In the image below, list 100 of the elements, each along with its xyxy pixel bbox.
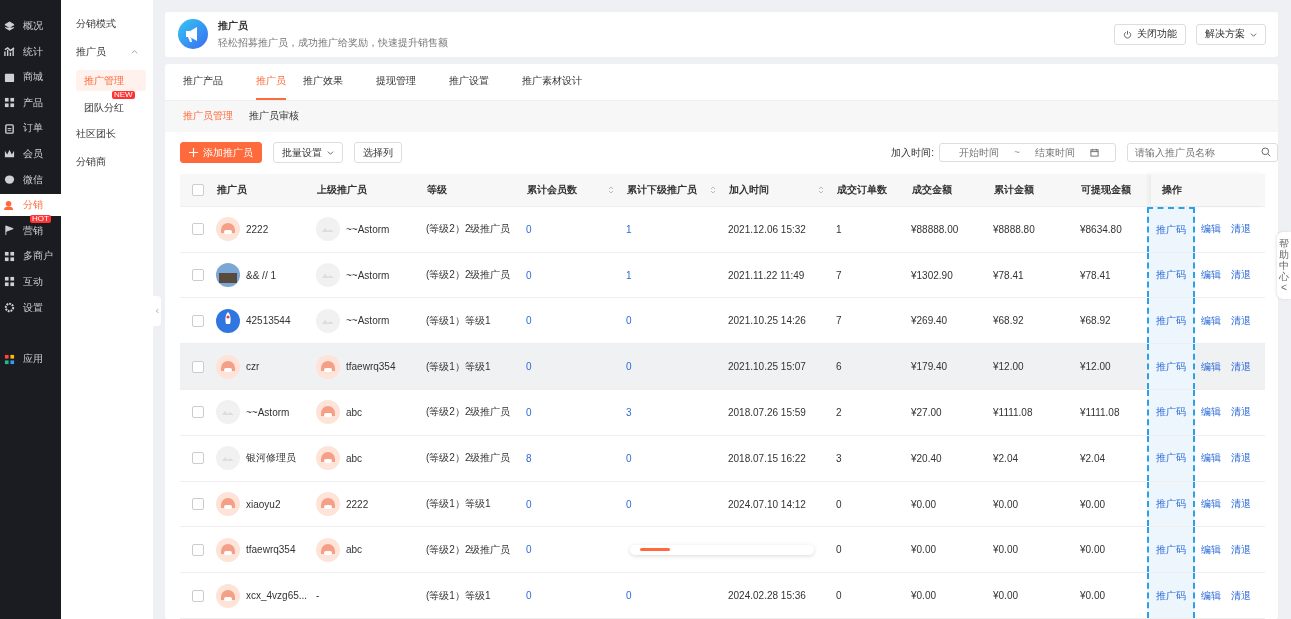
member-count-link[interactable]: 0	[526, 544, 532, 556]
total-amount-cell: ¥1111.08	[993, 406, 1033, 418]
subordinate-count-link[interactable]: 1	[626, 269, 632, 281]
close-feature-button[interactable]: 关闭功能	[1114, 23, 1186, 45]
member-count-link[interactable]: 8	[526, 452, 532, 464]
subordinate-count-link[interactable]: 0	[626, 361, 632, 373]
member-count-link[interactable]: 0	[526, 406, 532, 418]
tab[interactable]: 推广员	[256, 63, 286, 100]
member-count-link[interactable]: 0	[526, 590, 532, 602]
dismiss-link[interactable]: 清退	[1231, 451, 1251, 466]
checkbox[interactable]	[192, 314, 204, 327]
promo-code-link[interactable]: 推广码	[1156, 497, 1186, 511]
submenu-item[interactable]: 分销模式	[76, 14, 153, 42]
tab[interactable]: 推广产品	[183, 63, 239, 100]
sidebar-item[interactable]: 设置	[0, 299, 61, 316]
dismiss-link[interactable]: 清退	[1231, 222, 1251, 237]
help-center-tab[interactable]: 帮助中心 <	[1277, 232, 1291, 299]
tab[interactable]: 推广设置	[449, 63, 505, 100]
member-count-link[interactable]: 0	[526, 269, 532, 281]
start-date-input[interactable]: 开始时间	[948, 147, 1010, 159]
promo-code-link[interactable]: 推广码	[1156, 268, 1186, 282]
submenu-item[interactable]: 团队分红	[76, 97, 146, 118]
batch-settings-dropdown[interactable]: 批量设置	[273, 142, 343, 164]
member-count-link[interactable]: 0	[526, 315, 532, 327]
member-count-link[interactable]: 0	[526, 361, 532, 373]
level-cell: (等级1）等级1	[426, 497, 491, 511]
edit-link[interactable]: 编辑	[1201, 313, 1221, 328]
dismiss-link[interactable]: 清退	[1231, 405, 1251, 420]
menu-icon	[4, 225, 15, 237]
sidebar-item[interactable]: 概况	[0, 18, 61, 34]
sidebar-item[interactable]: 会员	[0, 145, 61, 162]
subordinate-count-link[interactable]: 0	[626, 315, 632, 327]
checkbox[interactable]	[192, 452, 204, 465]
dismiss-link[interactable]: 清退	[1231, 313, 1251, 328]
sort-icon[interactable]	[818, 184, 824, 195]
tab[interactable]: 推广效果	[303, 63, 359, 100]
search-field[interactable]: 请输入推广员名称	[1127, 143, 1278, 163]
submenu-item[interactable]: 分销商	[76, 152, 153, 180]
edit-link[interactable]: 编辑	[1201, 588, 1221, 603]
subordinate-count-link[interactable]: 0	[626, 498, 632, 510]
sidebar-item[interactable]: 营销	[0, 222, 61, 239]
subordinate-count-link[interactable]: 3	[626, 406, 632, 418]
sidebar-item[interactable]: 统计	[0, 43, 61, 60]
sidebar-item[interactable]: 互动	[0, 273, 61, 290]
table-row[interactable]: ~~Astorm abc (等级2）2级推广员 0 3 2018.07.26 15:59 2 ¥27.00 ¥1111.08 ¥1111.08 推广码 编辑 清退	[180, 390, 1265, 436]
submenu-item[interactable]: 推广员	[76, 42, 153, 70]
table-row[interactable]: && // 1 ~~Astorm (等级2）2级推广员 0 1 2021.11.22 11:49 7 ¥1302.90 ¥78.41 ¥78.41 推广码 编辑 清退	[180, 252, 1265, 299]
checkbox[interactable]	[192, 406, 204, 419]
sidebar-item[interactable]: 多商户	[0, 248, 61, 265]
checkbox[interactable]	[192, 269, 204, 281]
table-row[interactable]: 2222 ~~Astorm (等级2）2级推广员 0 1 2021.12.06 15:32 1 ¥88888.00 ¥8888.80 ¥8634.80 推广码 编辑 清退	[180, 206, 1265, 253]
dismiss-link[interactable]: 清退	[1231, 588, 1251, 603]
add-promoter-button[interactable]: 添加推广员	[180, 142, 262, 164]
end-date-input[interactable]: 结束时间	[1023, 147, 1086, 159]
sidebar-item[interactable]: 微信	[0, 171, 61, 188]
column-header: 累计下级推广员	[627, 182, 697, 197]
sidebar-item[interactable]: 商城	[0, 69, 61, 86]
subordinate-count-link[interactable]: 0	[626, 590, 632, 602]
dismiss-link[interactable]: 清退	[1231, 542, 1251, 557]
tab[interactable]: 推广素材设计	[522, 63, 598, 100]
member-count-link[interactable]: 0	[526, 223, 532, 235]
table-row[interactable]: xcx_4vzg65... - (等级1）等级1 0 0 2024.02.28 15:36 0 ¥0.00 ¥0.00 ¥0.00 推广码 编辑 清退	[180, 573, 1265, 619]
edit-link[interactable]: 编辑	[1201, 497, 1221, 511]
select-columns-button[interactable]: 选择列	[354, 142, 402, 164]
checkbox[interactable]	[192, 589, 204, 602]
tab[interactable]: 提现管理	[376, 63, 432, 100]
sidebar-item[interactable]: 应用	[0, 351, 61, 368]
table-row[interactable]: czr tfaewrq354 (等级1）等级1 0 0 2021.10.25 15:07 6 ¥179.40 ¥12.00 ¥12.00 推广码 编辑 清退	[180, 344, 1265, 390]
solutions-dropdown[interactable]: 解决方案	[1196, 23, 1266, 45]
table-row[interactable]: 银河修理员 abc (等级2）2级推广员 8 0 2018.07.15 16:22 3 ¥20.40 ¥2.04 ¥2.04 推广码 编辑 清退	[180, 435, 1265, 482]
checkbox[interactable]	[192, 498, 204, 510]
subtab[interactable]: 推广员管理	[183, 109, 233, 124]
new-badge: NEW	[112, 91, 135, 99]
checkbox[interactable]	[192, 183, 204, 196]
sidebar-item[interactable]: 订单	[0, 120, 61, 137]
table-row[interactable]: tfaewrq354 abc (等级2）2级推广员 0 0 ¥0.00 ¥0.00 ¥0.00 推广码 编辑 清退	[180, 527, 1265, 574]
sidebar-item[interactable]: 产品	[0, 94, 61, 111]
collapse-handle[interactable]	[153, 296, 161, 326]
dismiss-link[interactable]: 清退	[1231, 497, 1251, 511]
edit-link[interactable]: 编辑	[1201, 405, 1221, 420]
edit-link[interactable]: 编辑	[1201, 268, 1221, 282]
submenu-item[interactable]: 社区团长	[76, 124, 153, 152]
subtab[interactable]: 推广员审核	[249, 109, 299, 124]
member-count-link[interactable]: 0	[526, 498, 532, 510]
subordinate-count-link[interactable]: 0	[626, 452, 632, 464]
checkbox[interactable]	[192, 543, 204, 556]
dismiss-link[interactable]: 清退	[1231, 359, 1251, 374]
edit-link[interactable]: 编辑	[1201, 542, 1221, 557]
date-range-field[interactable]: 开始时间 ~ 结束时间	[939, 143, 1116, 163]
sort-icon[interactable]	[710, 184, 716, 195]
sort-icon[interactable]	[608, 184, 614, 195]
dismiss-link[interactable]: 清退	[1231, 268, 1251, 282]
edit-link[interactable]: 编辑	[1201, 359, 1221, 374]
edit-link[interactable]: 编辑	[1201, 451, 1221, 466]
scrollbar[interactable]	[630, 545, 814, 556]
checkbox[interactable]	[192, 360, 204, 373]
subordinate-count-link[interactable]: 1	[626, 223, 632, 235]
table-row[interactable]: xiaoyu2 2222 (等级1）等级1 0 0 2024.07.10 14:12 0 ¥0.00 ¥0.00 ¥0.00 推广码 编辑 清退	[180, 481, 1265, 528]
checkbox[interactable]	[192, 223, 204, 236]
edit-link[interactable]: 编辑	[1201, 222, 1221, 237]
